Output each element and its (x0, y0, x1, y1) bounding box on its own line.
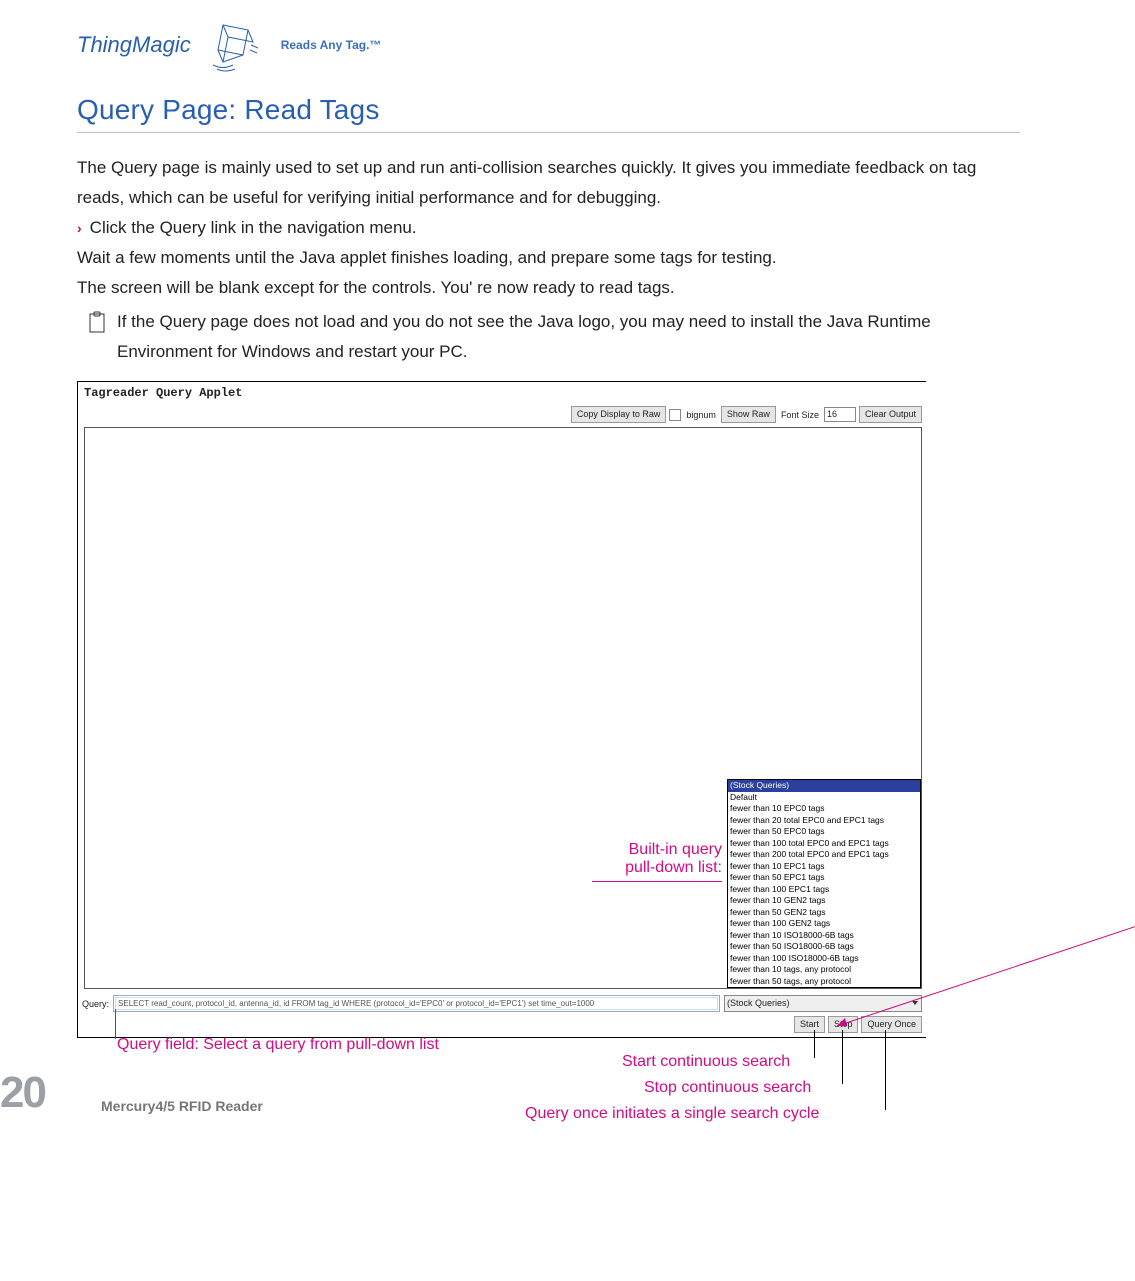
action-row: Start Stop Query Once (78, 1014, 926, 1037)
bignum-checkbox[interactable] (669, 409, 681, 421)
bignum-label: bignum (684, 410, 718, 420)
brand-text: ThingMagic (77, 32, 191, 58)
font-size-input[interactable]: 16 (824, 407, 856, 422)
listbox-option[interactable]: fewer than 10 EPC1 tags (728, 861, 920, 873)
applet-toolbar: Copy Display to Raw bignum Show Raw Font… (78, 404, 926, 427)
stock-queries-select[interactable]: (Stock Queries) (724, 995, 922, 1012)
stock-queries-listbox[interactable]: (Stock Queries) Default fewer than 10 EP… (727, 779, 921, 988)
para-blank: The screen will be blank except for the … (77, 273, 1020, 303)
listbox-option[interactable]: fewer than 100 ISO18000-6B tags (728, 953, 920, 965)
show-raw-button[interactable]: Show Raw (721, 406, 776, 423)
listbox-option[interactable]: fewer than 10 GEN2 tags (728, 895, 920, 907)
applet-title: Tagreader Query Applet (78, 382, 926, 404)
query-label: Query: (82, 999, 109, 1009)
listbox-option[interactable]: fewer than 50 ISO18000-6B tags (728, 941, 920, 953)
listbox-option[interactable]: fewer than 200 total EPC0 and EPC1 tags (728, 849, 920, 861)
stop-button[interactable]: Stop (828, 1016, 859, 1033)
bullet-click-query: Click the Query link in the navigation m… (90, 213, 417, 243)
listbox-option[interactable]: fewer than 50 EPC1 tags (728, 872, 920, 884)
callout-builtin-query: Built-in query pull-down list: (592, 841, 722, 882)
applet-container: Tagreader Query Applet Copy Display to R… (77, 381, 926, 1038)
query-once-button[interactable]: Query Once (861, 1016, 922, 1033)
copy-display-button[interactable]: Copy Display to Raw (571, 406, 667, 423)
applet-canvas: (Stock Queries) Default fewer than 10 EP… (84, 427, 922, 989)
listbox-option[interactable]: fewer than 10 EPC0 tags (728, 803, 920, 815)
query-row: Query: SELECT read_count, protocol_id, a… (78, 993, 926, 1014)
listbox-header[interactable]: (Stock Queries) (728, 780, 920, 792)
intro-paragraph: The Query page is mainly used to set up … (77, 153, 1020, 213)
listbox-option[interactable]: fewer than 100 total EPC0 and EPC1 tags (728, 838, 920, 850)
logo-cube-icon (203, 15, 263, 75)
clear-output-button[interactable]: Clear Output (859, 406, 922, 423)
listbox-option[interactable]: Default (728, 792, 920, 804)
para-wait: Wait a few moments until the Java applet… (77, 243, 1020, 273)
start-button[interactable]: Start (794, 1016, 825, 1033)
listbox-option[interactable]: fewer than 50 EPC0 tags (728, 826, 920, 838)
query-input-text: SELECT read_count, protocol_id, antenna_… (115, 997, 718, 1010)
font-size-label: Font Size (779, 410, 821, 420)
listbox-option[interactable]: fewer than 10 ISO18000-6B tags (728, 930, 920, 942)
footer-product-label: Mercury4/5 RFID Reader (101, 1098, 263, 1114)
query-input[interactable]: SELECT read_count, protocol_id, antenna_… (113, 995, 720, 1012)
header-logo-row: ThingMagic Reads Any Tag.™ (77, 10, 1020, 80)
tagline-text: Reads Any Tag.™ (281, 38, 382, 52)
note-java: If the Query page does not load and you … (117, 307, 1020, 367)
page-number: 20 (0, 1068, 45, 1118)
clipboard-icon (77, 311, 117, 338)
callout-start: Start continuous search (622, 1053, 790, 1071)
listbox-option[interactable]: fewer than 100 EPC1 tags (728, 884, 920, 896)
title-rule (77, 132, 1020, 133)
callout-query-field: Query field: Select a query from pull-do… (117, 1036, 439, 1054)
page-title: Query Page: Read Tags (77, 94, 1020, 126)
bullet-arrow-icon: › (77, 213, 82, 243)
listbox-option[interactable]: fewer than 10 tags, any protocol (728, 964, 920, 976)
listbox-option[interactable]: fewer than 20 total EPC0 and EPC1 tags (728, 815, 920, 827)
listbox-option[interactable]: fewer than 50 GEN2 tags (728, 907, 920, 919)
listbox-option[interactable]: fewer than 50 tags, any protocol (728, 976, 920, 988)
listbox-option[interactable]: fewer than 100 GEN2 tags (728, 918, 920, 930)
